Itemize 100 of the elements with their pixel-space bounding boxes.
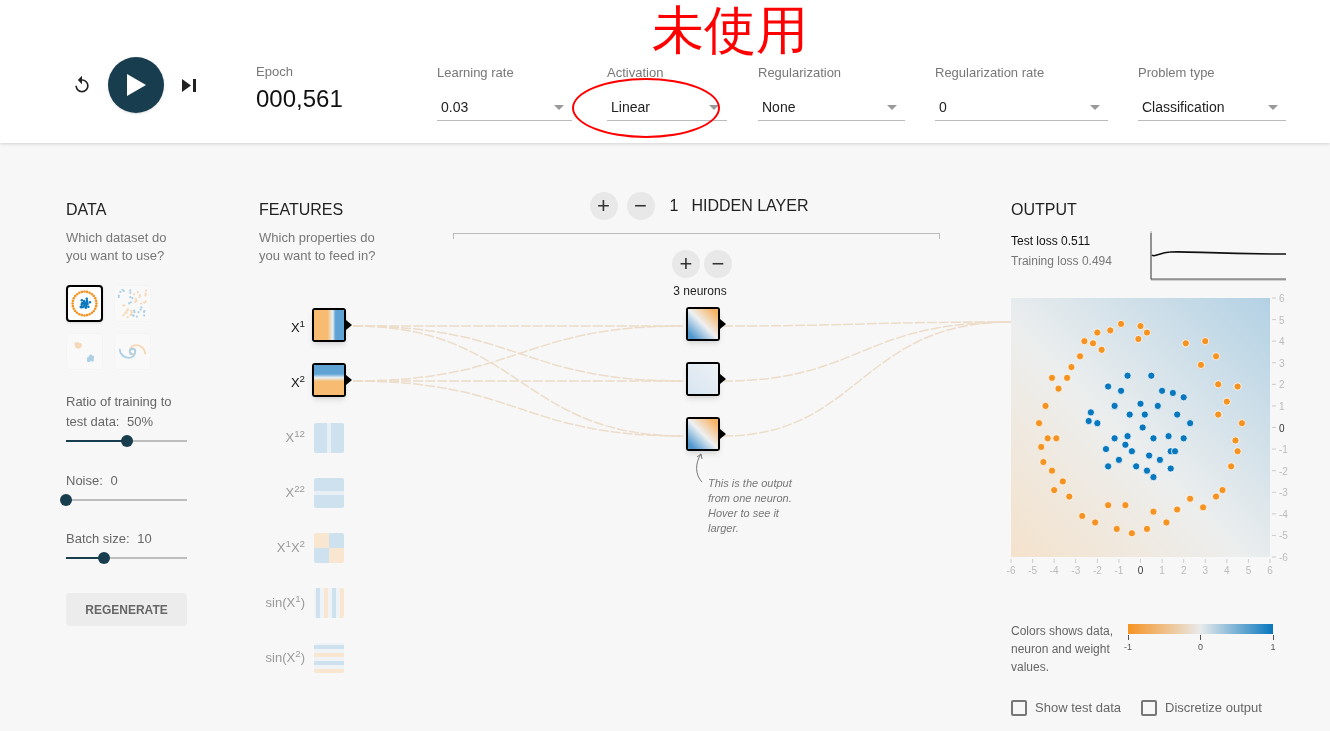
feature-node[interactable] [312, 363, 346, 397]
section-description: Which dataset do you want to use? [66, 229, 168, 265]
data-point [1076, 352, 1085, 361]
slider-thumb[interactable] [60, 494, 72, 506]
data-point [1212, 492, 1221, 501]
data-point [1201, 337, 1210, 346]
caret-icon [709, 105, 719, 110]
caret-icon [1268, 105, 1278, 110]
feature-node[interactable] [314, 642, 344, 673]
data-point [1233, 382, 1242, 391]
feature-node[interactable] [314, 587, 344, 618]
data-point [1093, 419, 1102, 428]
regenerate-button[interactable]: REGENERATE [66, 593, 187, 626]
neuron-node[interactable] [686, 417, 720, 451]
neuron-node[interactable] [686, 307, 720, 341]
data-point [1104, 462, 1113, 471]
data-point [1123, 371, 1132, 380]
data-point [1149, 473, 1158, 482]
data-point [1041, 401, 1050, 410]
play-button[interactable] [108, 57, 164, 113]
feature-node[interactable] [314, 532, 344, 563]
data-point [1147, 371, 1156, 380]
data-point [1218, 486, 1227, 495]
add-layer-button[interactable]: + [589, 192, 618, 220]
data-point [1050, 486, 1059, 495]
remove-layer-button[interactable]: − [626, 192, 655, 220]
feature-node[interactable] [312, 308, 346, 342]
section-title: FEATURES [259, 200, 345, 220]
section-description: Which properties do you want to feed in? [259, 229, 377, 265]
dropdown[interactable]: 0.03 [437, 95, 572, 121]
play-icon [125, 73, 147, 97]
data-point [1117, 319, 1126, 328]
x-tick-label: 0 [1137, 565, 1144, 576]
checkbox[interactable] [1011, 699, 1027, 716]
data-point [1106, 326, 1115, 335]
dropdown-label: Regularization [758, 65, 843, 81]
data-point [1155, 455, 1164, 464]
epoch-label: Epoch [256, 64, 294, 80]
data-point [1196, 360, 1205, 369]
data-point [1143, 524, 1151, 533]
data-point [1127, 447, 1136, 456]
x-tick-label: -5 [1028, 565, 1038, 576]
data-point [1186, 494, 1195, 503]
section-title: DATA [66, 200, 108, 220]
data-point [1132, 462, 1141, 471]
data-point [1136, 322, 1145, 331]
data-point [1149, 434, 1158, 443]
data-point [1117, 386, 1126, 395]
data-point [1166, 464, 1175, 473]
data-point [1080, 337, 1089, 346]
x-tick-label: 5 [1245, 565, 1252, 576]
slider-label: Batch size: 10 [66, 530, 153, 548]
feature-node[interactable] [314, 422, 344, 453]
x-tick-label: -3 [1071, 565, 1081, 576]
feature-label: X$^{2}$ [289, 372, 305, 392]
data-point [1123, 432, 1132, 441]
data-point [1114, 455, 1123, 464]
checkbox[interactable] [1141, 699, 1157, 716]
dropdown[interactable]: Linear [607, 95, 727, 121]
layer-count: 1 [669, 196, 679, 216]
data-point [1212, 352, 1221, 361]
data-point [1222, 397, 1231, 406]
remove-neuron-button[interactable]: − [704, 250, 732, 278]
reset-button[interactable] [72, 75, 92, 95]
data-point [1186, 419, 1195, 428]
slider-thumb[interactable] [97, 552, 110, 564]
feature-label: sin(X$^{2}$) [264, 647, 305, 667]
dropdown[interactable]: None [758, 95, 905, 121]
feature-label: X$^{22}$ [284, 482, 305, 502]
y-tick-label: -4 [1279, 508, 1288, 520]
dropdown[interactable]: 0 [935, 95, 1108, 121]
x-tick-label: -2 [1092, 565, 1102, 576]
data-point [1136, 399, 1145, 408]
feature-node[interactable] [314, 477, 344, 508]
data-point [1078, 512, 1087, 520]
data-point [1037, 442, 1046, 451]
data-point [1121, 440, 1130, 449]
slider-thumb[interactable] [120, 435, 133, 447]
data-point [1199, 503, 1208, 512]
add-neuron-button[interactable]: + [672, 250, 700, 278]
data-point [1101, 445, 1110, 454]
feature-label: X$^{1}$ [289, 317, 305, 337]
data-point [1162, 518, 1171, 527]
data-point [1233, 447, 1242, 456]
y-tick-label: -2 [1279, 465, 1288, 477]
data-point [1164, 432, 1173, 441]
x-tick-label: 3 [1202, 565, 1209, 576]
data-point [1093, 328, 1102, 337]
annotation-text: 未使用 [652, 0, 808, 62]
epoch-counter: 000,561 [256, 85, 344, 113]
data-point [1104, 501, 1113, 510]
y-tick-label: -5 [1279, 530, 1288, 542]
dropdown[interactable]: Classification [1138, 95, 1286, 121]
dropdown-label: Problem type [1138, 65, 1216, 81]
data-point [1214, 380, 1223, 389]
data-point [1138, 423, 1147, 432]
neuron-node[interactable] [686, 362, 720, 396]
dataset-thumbnail[interactable] [66, 285, 103, 322]
callout-arrow [693, 453, 705, 483]
data-point [1214, 410, 1223, 419]
